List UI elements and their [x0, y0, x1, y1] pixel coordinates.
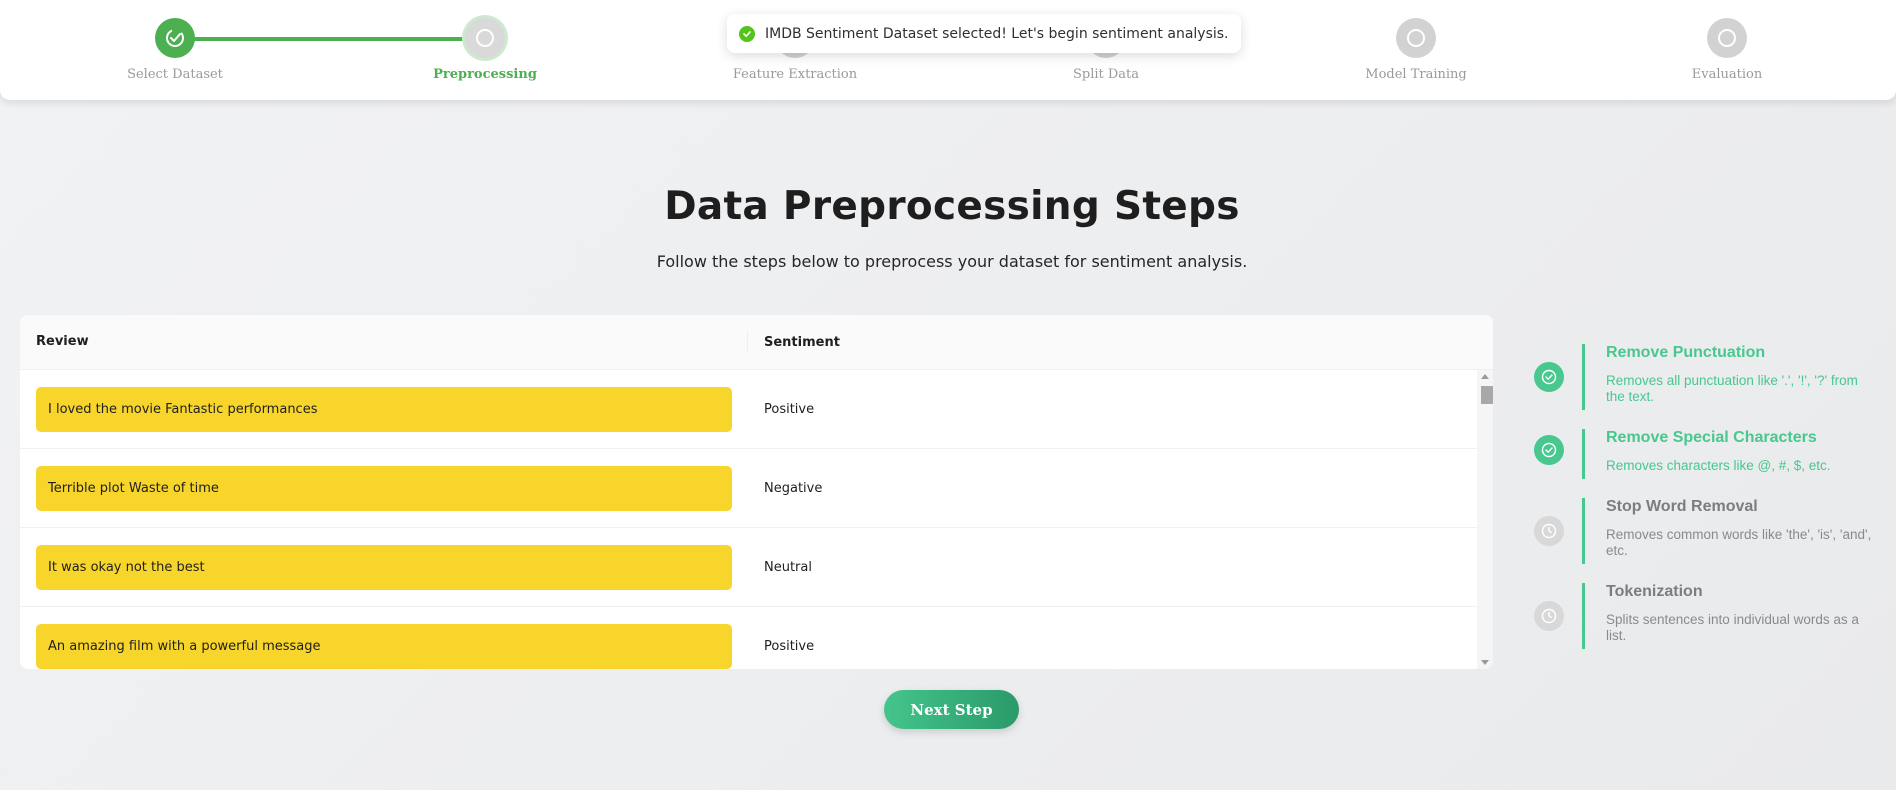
column-header-review[interactable]: Review: [20, 331, 748, 353]
preprocess-step-title: Remove Special Characters: [1606, 429, 1817, 446]
scrollbar-thumb[interactable]: [1481, 386, 1493, 404]
clock-icon: [1534, 516, 1564, 546]
step-label: Evaluation: [1691, 67, 1763, 82]
check-circle-icon: [739, 25, 755, 42]
table-row: It was okay not the best Neutral: [20, 528, 1477, 607]
check-circle-icon: [1534, 435, 1564, 465]
step-select-dataset[interactable]: Select Dataset: [75, 18, 275, 82]
step-label: Feature Extraction: [732, 67, 858, 82]
clock-icon: [1534, 601, 1564, 631]
step-label: Select Dataset: [127, 67, 223, 82]
review-cell: It was okay not the best: [36, 544, 732, 590]
review-cell: Terrible plot Waste of time: [36, 465, 732, 511]
page-subtitle: Follow the steps below to preprocess you…: [656, 252, 1248, 271]
preprocess-step-remove-punctuation: Remove Punctuation Removes all punctuati…: [1530, 344, 1880, 429]
next-step-button[interactable]: Next Step: [884, 690, 1019, 729]
circle-icon: [1396, 18, 1436, 58]
step-label: Preprocessing: [433, 67, 537, 82]
scroll-up-arrow-icon[interactable]: [1481, 374, 1489, 379]
step-evaluation[interactable]: Evaluation: [1627, 18, 1827, 82]
sentiment-cell: Neutral: [764, 559, 812, 575]
sentiment-cell: Negative: [764, 480, 823, 496]
preprocess-step-description: Removes characters like @, #, $, etc.: [1606, 458, 1831, 473]
review-cell: I loved the movie Fantastic performances: [36, 386, 732, 432]
scroll-down-arrow-icon[interactable]: [1481, 660, 1489, 665]
circle-icon: [465, 18, 505, 58]
table-header: Review Sentiment: [20, 315, 1493, 370]
preprocess-step-title: Tokenization: [1606, 583, 1703, 600]
preprocess-step-tokenization: Tokenization Splits sentences into indiv…: [1530, 583, 1880, 668]
preprocess-step-title: Remove Punctuation: [1606, 344, 1766, 361]
review-cell: An amazing film with a powerful message: [36, 623, 732, 669]
table-body[interactable]: I loved the movie Fantastic performances…: [20, 370, 1477, 669]
step-indicator-bar: [1582, 583, 1585, 649]
step-indicator-bar: [1582, 498, 1585, 564]
reviews-table: Review Sentiment I loved the movie Fanta…: [20, 315, 1493, 669]
table-row: Terrible plot Waste of time Negative: [20, 449, 1477, 528]
table-scrollbar[interactable]: [1477, 370, 1493, 669]
step-indicator-bar: [1582, 344, 1585, 410]
preprocess-step-stop-word-removal: Stop Word Removal Removes common words l…: [1530, 498, 1880, 583]
circle-icon: [1707, 18, 1747, 58]
table-row: An amazing film with a powerful message …: [20, 607, 1477, 669]
toast-message: IMDB Sentiment Dataset selected! Let's b…: [765, 25, 1229, 42]
page-title: Data Preprocessing Steps: [664, 184, 1240, 229]
table-row: I loved the movie Fantastic performances…: [20, 370, 1477, 449]
toast-notification: IMDB Sentiment Dataset selected! Let's b…: [727, 14, 1241, 53]
preprocess-step-description: Removes all punctuation like '.', '!', '…: [1606, 373, 1858, 404]
step-model-training[interactable]: Model Training: [1316, 18, 1516, 82]
step-label: Split Data: [1072, 67, 1140, 82]
column-header-sentiment[interactable]: Sentiment: [748, 335, 840, 350]
check-circle-icon: [1534, 362, 1564, 392]
step-indicator-bar: [1582, 429, 1585, 479]
preprocess-step-description: Removes common words like 'the', 'is', '…: [1606, 527, 1872, 558]
sentiment-cell: Positive: [764, 638, 815, 654]
step-preprocessing[interactable]: Preprocessing: [385, 18, 585, 82]
preprocess-step-title: Stop Word Removal: [1606, 498, 1758, 515]
step-label: Model Training: [1365, 67, 1467, 82]
check-circle-icon: [155, 18, 195, 58]
preprocess-step-description: Splits sentences into individual words a…: [1606, 612, 1859, 643]
preprocessing-steps-list: Remove Punctuation Removes all punctuati…: [1530, 344, 1880, 668]
sentiment-cell: Positive: [764, 401, 815, 417]
